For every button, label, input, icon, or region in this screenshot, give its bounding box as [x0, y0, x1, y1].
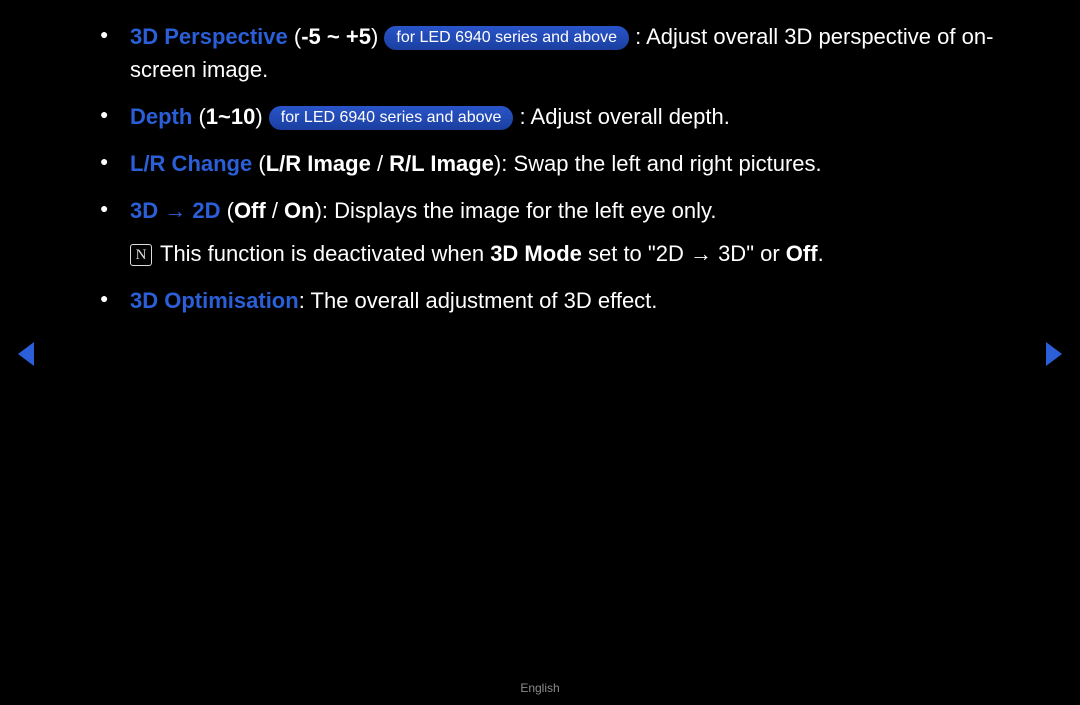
note-bold-2: Off	[786, 241, 818, 266]
series-badge: for LED 6940 series and above	[269, 106, 514, 130]
item-description: Displays the image for the left eye only…	[334, 198, 716, 223]
item-title: 3D → 2D	[130, 198, 220, 223]
item-3d-to-2d: 3D → 2D (Off / On): Displays the image f…	[100, 194, 1010, 227]
footer-language: English	[0, 681, 1080, 695]
series-badge: for LED 6940 series and above	[384, 26, 629, 50]
nb: ):	[494, 151, 514, 176]
item-title: 3D Perspective	[130, 24, 288, 49]
option-1: L/R Image	[266, 151, 371, 176]
range-value: 1~10	[206, 104, 256, 129]
item-description: Swap the left and right pictures.	[513, 151, 821, 176]
nb: )	[371, 24, 384, 49]
note-icon: N	[130, 244, 152, 266]
note-text-post: .	[818, 241, 824, 266]
item-title: L/R Change	[130, 151, 252, 176]
nb: (	[220, 198, 233, 223]
nb: (	[288, 24, 301, 49]
option-1: Off	[234, 198, 266, 223]
slash: /	[371, 151, 389, 176]
nav-arrow-right-icon[interactable]	[1046, 342, 1062, 366]
nb: (	[192, 104, 205, 129]
range-value: -5 ~ +5	[301, 24, 371, 49]
item-depth: Depth (1~10) for LED 6940 series and abo…	[100, 100, 1010, 133]
nav-arrow-left-icon[interactable]	[18, 342, 34, 366]
note-text-pre: This function is deactivated when	[160, 241, 490, 266]
nb: (	[252, 151, 265, 176]
colon: :	[513, 104, 530, 129]
item-3d-perspective: 3D Perspective (-5 ~ +5) for LED 6940 se…	[100, 20, 1010, 86]
item-description: Adjust overall depth.	[531, 104, 730, 129]
note-text-mid: set to "2D → 3D" or	[582, 241, 786, 266]
nb: )	[255, 104, 268, 129]
item-3d-optimisation: 3D Optimisation: The overall adjustment …	[100, 284, 1010, 317]
option-2: On	[284, 198, 315, 223]
item-title: Depth	[130, 104, 192, 129]
content-area: 3D Perspective (-5 ~ +5) for LED 6940 se…	[100, 20, 1010, 331]
colon: :	[299, 288, 311, 313]
item-description: The overall adjustment of 3D effect.	[311, 288, 658, 313]
settings-list: 3D Perspective (-5 ~ +5) for LED 6940 se…	[100, 20, 1010, 317]
note-bold-1: 3D Mode	[490, 241, 582, 266]
item-lr-change: L/R Change (L/R Image / R/L Image): Swap…	[100, 147, 1010, 180]
slash: /	[266, 198, 284, 223]
nb: ):	[315, 198, 335, 223]
item-title: 3D Optimisation	[130, 288, 299, 313]
note-row: N This function is deactivated when 3D Mo…	[100, 237, 1010, 270]
colon: :	[629, 24, 646, 49]
option-2: R/L Image	[389, 151, 494, 176]
